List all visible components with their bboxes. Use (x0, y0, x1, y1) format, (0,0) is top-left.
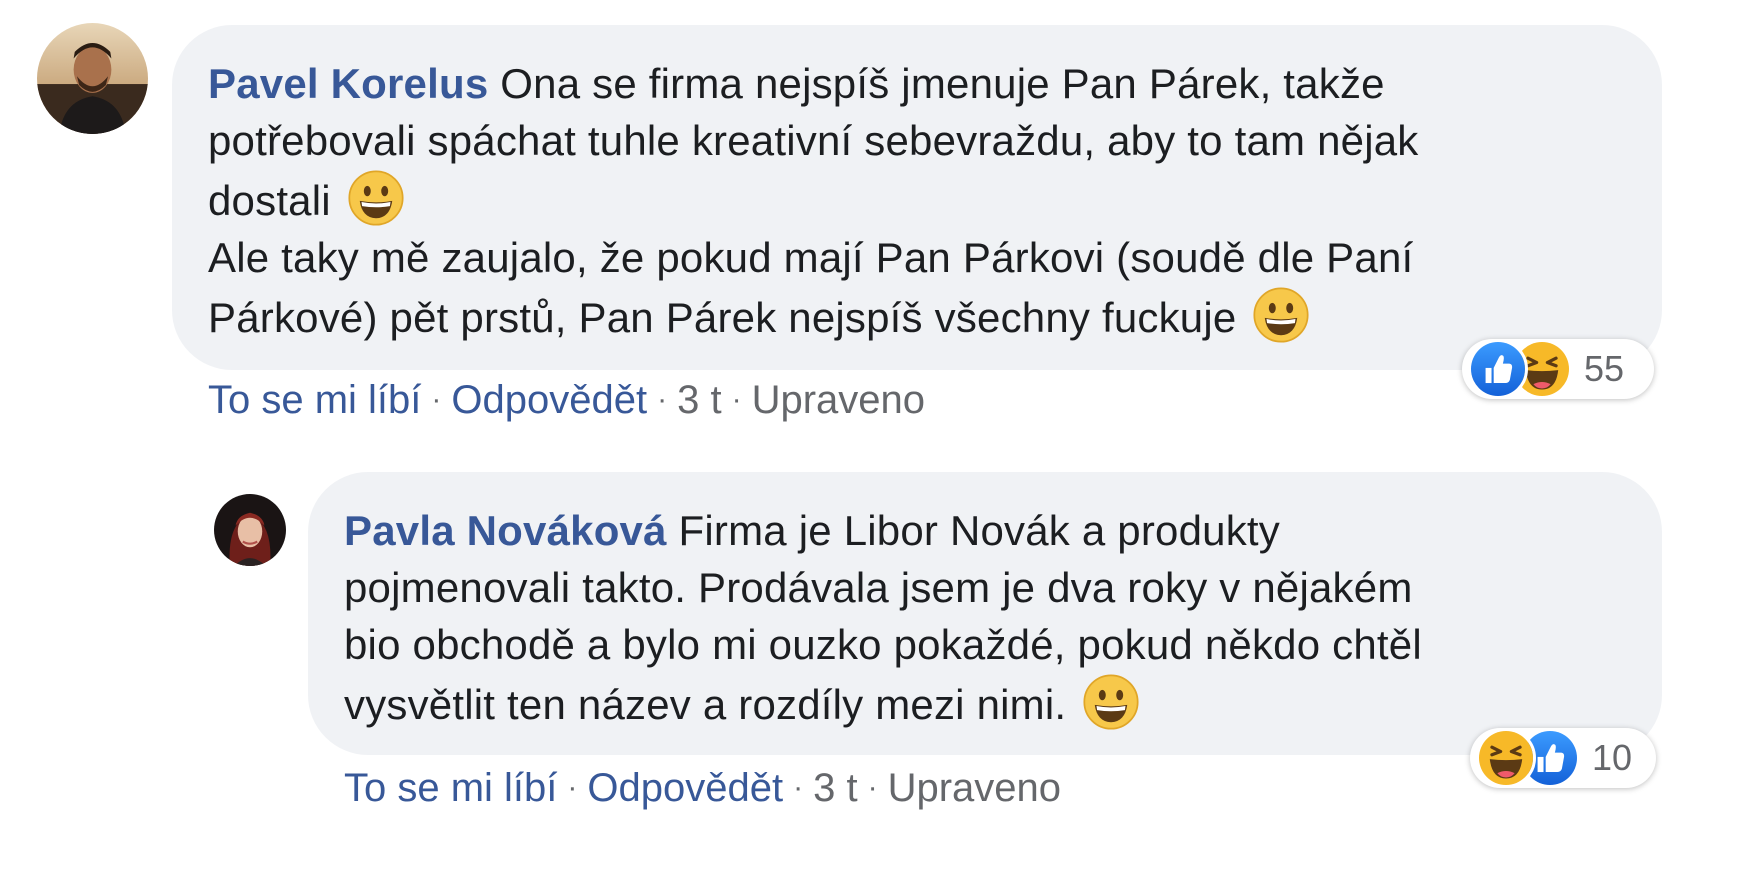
comment-bubble: Pavel Korelus Ona se firma nejspíš jmenu… (172, 25, 1662, 370)
comment-text: potřebovali spáchat tuhle kreativní sebe… (208, 117, 1419, 164)
separator: · (567, 771, 578, 804)
comment-text: Párkové) pět prstů, Pan Párek nejspíš vš… (208, 294, 1237, 341)
reaction-count: 10 (1592, 737, 1633, 778)
comment-line: vysvětlit ten název a rozdíly mezi nimi. (344, 673, 1626, 733)
comment-text: Ale taky mě zaujalo, že pokud mají Pan P… (208, 234, 1414, 281)
comment-line: Pavla Nováková Firma je Libor Novák a pr… (344, 502, 1626, 559)
reaction-count: 55 (1584, 348, 1625, 389)
reply-link[interactable]: Odpovědět (451, 378, 647, 422)
like-link[interactable]: To se mi líbí (344, 766, 557, 810)
reply-link[interactable]: Odpovědět (587, 766, 783, 810)
grinning-face-emoji-icon (347, 169, 405, 227)
grinning-face-emoji-icon (1082, 673, 1140, 731)
comment-bubble: Pavla Nováková Firma je Libor Novák a pr… (308, 472, 1662, 755)
haha-icon (1476, 728, 1536, 788)
edited-label[interactable]: Upraveno (888, 766, 1061, 810)
comment-author[interactable]: Pavla Nováková (344, 507, 667, 554)
comment-actions: To se mi líbí · Odpovědět · 3 t · Upraveno (208, 378, 925, 423)
comment-author[interactable]: Pavel Korelus (208, 60, 488, 107)
separator: · (431, 383, 442, 416)
comment-text: pojmenovali takto. Prodávala jsem je dva… (344, 564, 1413, 611)
separator: · (731, 383, 742, 416)
separator: · (793, 771, 804, 804)
edited-label[interactable]: Upraveno (752, 378, 925, 422)
reactions-summary[interactable]: 55 (1462, 339, 1654, 399)
comment-text: vysvětlit ten název a rozdíly mezi nimi. (344, 681, 1067, 728)
like-icon (1468, 339, 1528, 399)
grinning-face-emoji-icon (1252, 286, 1310, 344)
avatar[interactable] (37, 23, 148, 134)
comment-line: dostali (208, 169, 1626, 229)
comment-actions: To se mi líbí · Odpovědět · 3 t · Upraveno (344, 766, 1061, 811)
comment-line: Párkové) pět prstů, Pan Párek nejspíš vš… (208, 286, 1626, 346)
avatar[interactable] (214, 494, 286, 566)
timestamp-link[interactable]: 3 t (813, 766, 857, 810)
timestamp-link[interactable]: 3 t (677, 378, 721, 422)
comment-text: bio obchodě a bylo mi ouzko pokaždé, pok… (344, 621, 1422, 668)
comment-line: Pavel Korelus Ona se firma nejspíš jmenu… (208, 55, 1626, 112)
comment-text: Ona se firma nejspíš jmenuje Pan Párek, … (500, 60, 1385, 107)
like-link[interactable]: To se mi líbí (208, 378, 421, 422)
comment-text: dostali (208, 177, 331, 224)
comment-text: Firma je Libor Novák a produkty (678, 507, 1280, 554)
reactions-summary[interactable]: 10 (1470, 728, 1656, 788)
separator: · (657, 383, 668, 416)
separator: · (867, 771, 878, 804)
